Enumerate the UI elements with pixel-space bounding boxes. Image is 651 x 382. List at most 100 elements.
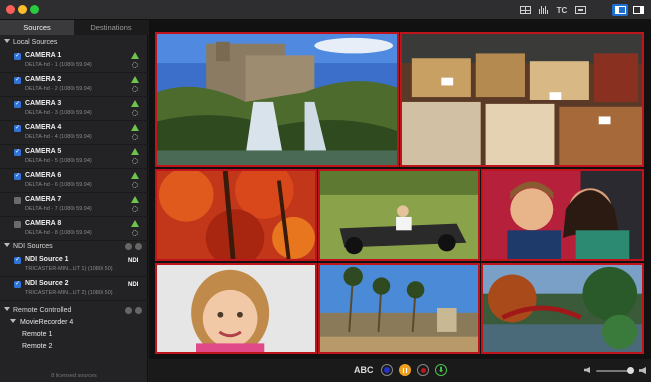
marker-label-button[interactable]: ABC bbox=[354, 365, 374, 375]
section-local-sources[interactable]: Local Sources bbox=[0, 37, 148, 48]
gear-icon[interactable] bbox=[132, 110, 138, 116]
multiview-area bbox=[149, 20, 651, 382]
source-name: NDI Source 2 bbox=[25, 280, 69, 287]
source-checkbox[interactable]: ✓ bbox=[14, 257, 21, 264]
camera-8-feed bbox=[483, 265, 642, 352]
tab-destinations[interactable]: Destinations bbox=[74, 20, 148, 35]
camera-3-feed bbox=[157, 171, 315, 259]
signal-status-icon bbox=[131, 124, 139, 131]
remove-source-icon[interactable] bbox=[135, 243, 142, 250]
section-title: Local Sources bbox=[13, 39, 58, 46]
video-tile-camera-3[interactable] bbox=[155, 169, 317, 261]
signal-status-icon bbox=[131, 52, 139, 59]
show-inspector-icon[interactable] bbox=[630, 4, 646, 16]
record-button[interactable] bbox=[381, 364, 393, 376]
source-checkbox[interactable]: ✓ bbox=[14, 101, 21, 108]
signal-status-icon bbox=[131, 220, 139, 227]
signal-status-icon bbox=[131, 76, 139, 83]
camera-row-6[interactable]: ✓ CAMERA 6 DELTA-hd - 6 (1080i 59.94) bbox=[0, 169, 148, 193]
source-format: DELTA-hd - 4 (1080i 59.94) bbox=[25, 134, 92, 140]
pause-button[interactable] bbox=[399, 364, 411, 376]
camera-5-feed bbox=[483, 171, 642, 259]
zoom-window-button[interactable] bbox=[30, 5, 39, 14]
source-checkbox[interactable] bbox=[14, 197, 21, 204]
camera-row-1[interactable]: ✓ CAMERA 1 DELTA-hd - 1 (1080i 59.94) bbox=[0, 49, 148, 73]
source-checkbox[interactable] bbox=[14, 221, 21, 228]
source-format: DELTA-hd - 2 (1080i 59.94) bbox=[25, 86, 92, 92]
add-remote-icon[interactable] bbox=[125, 307, 132, 314]
source-checkbox[interactable]: ✓ bbox=[14, 53, 21, 60]
gear-icon[interactable] bbox=[132, 62, 138, 68]
volume-slider-knob[interactable] bbox=[627, 367, 634, 374]
camera-row-2[interactable]: ✓ CAMERA 2 DELTA-hd - 2 (1080i 59.94) bbox=[0, 73, 148, 97]
show-sidebar-icon[interactable] bbox=[612, 4, 628, 16]
gear-icon[interactable] bbox=[132, 158, 138, 164]
camera-2-feed bbox=[402, 34, 642, 165]
disclosure-triangle-icon bbox=[4, 243, 10, 247]
video-tile-camera-6[interactable] bbox=[155, 263, 317, 354]
video-tile-camera-8[interactable] bbox=[481, 263, 644, 354]
record-icon bbox=[384, 367, 390, 373]
remote-item-2[interactable]: Remote 2 bbox=[22, 341, 52, 353]
gear-icon[interactable] bbox=[132, 182, 138, 188]
source-format: DELTA-hd - 3 (1080i 59.94) bbox=[25, 110, 92, 116]
source-format: TRICASTER-MIN...UT 2) (1080i 50) bbox=[25, 290, 113, 296]
add-source-icon[interactable] bbox=[125, 243, 132, 250]
source-checkbox[interactable]: ✓ bbox=[14, 125, 21, 132]
minimize-window-button[interactable] bbox=[18, 5, 27, 14]
pause-icon bbox=[403, 367, 407, 373]
close-window-button[interactable] bbox=[6, 5, 15, 14]
preview-icon[interactable] bbox=[573, 4, 587, 16]
source-name: CAMERA 5 bbox=[25, 148, 62, 155]
source-checkbox[interactable]: ✓ bbox=[14, 281, 21, 288]
stop-button[interactable] bbox=[417, 364, 429, 376]
download-icon: ⬇ bbox=[438, 367, 444, 374]
gear-icon[interactable] bbox=[132, 134, 138, 140]
timecode-button[interactable]: TC bbox=[555, 4, 569, 16]
camera-row-5[interactable]: ✓ CAMERA 5 DELTA-hd - 5 (1080i 59.94) bbox=[0, 145, 148, 169]
source-format: DELTA-hd - 1 (1080i 59.94) bbox=[25, 62, 92, 68]
source-checkbox[interactable]: ✓ bbox=[14, 77, 21, 84]
ndi-source-row-2[interactable]: ✓ NDI Source 2 TRICASTER-MIN...UT 2) (1080… bbox=[0, 277, 148, 301]
camera-row-8[interactable]: CAMERA 8 DELTA-hd - 8 (1080i 59.94) bbox=[0, 217, 148, 241]
disclosure-triangle-icon bbox=[4, 39, 10, 43]
audio-meters-icon[interactable] bbox=[536, 4, 550, 16]
gear-icon[interactable] bbox=[132, 230, 138, 236]
source-checkbox[interactable]: ✓ bbox=[14, 173, 21, 180]
disclosure-triangle-icon bbox=[10, 319, 16, 323]
source-format: TRICASTER-MIN...UT 1) (1080i 50) bbox=[25, 266, 113, 272]
video-tile-camera-5[interactable] bbox=[481, 169, 644, 261]
camera-row-4[interactable]: ✓ CAMERA 4 DELTA-hd - 4 (1080i 59.94) bbox=[0, 121, 148, 145]
video-tile-camera-7[interactable] bbox=[318, 263, 480, 354]
ndi-badge: NDI bbox=[128, 282, 139, 288]
section-remote-controlled[interactable]: Remote Controlled bbox=[0, 305, 148, 316]
section-ndi-sources[interactable]: NDI Sources bbox=[0, 241, 148, 252]
camera-row-7[interactable]: CAMERA 7 DELTA-hd - 7 (1080i 59.94) bbox=[0, 193, 148, 217]
camera-row-3[interactable]: ✓ CAMERA 3 DELTA-hd - 3 (1080i 59.94) bbox=[0, 97, 148, 121]
signal-status-icon bbox=[131, 196, 139, 203]
source-name: CAMERA 8 bbox=[25, 220, 62, 227]
source-format: DELTA-hd - 6 (1080i 59.94) bbox=[25, 182, 92, 188]
source-checkbox[interactable]: ✓ bbox=[14, 149, 21, 156]
source-name: CAMERA 2 bbox=[25, 76, 62, 83]
grid-view-icon[interactable] bbox=[518, 4, 532, 16]
signal-status-icon bbox=[131, 172, 139, 179]
source-name: CAMERA 6 bbox=[25, 172, 62, 179]
ndi-source-row-1[interactable]: ✓ NDI Source 1 TRICASTER-MIN...UT 1) (1080… bbox=[0, 253, 148, 277]
sources-sidebar: Sources Destinations Local Sources NDI S… bbox=[0, 20, 148, 382]
recorder-item[interactable]: MovieRecorder 4 bbox=[10, 317, 73, 329]
remote-item-1[interactable]: Remote 1 bbox=[22, 329, 52, 341]
tab-sources[interactable]: Sources bbox=[0, 20, 74, 35]
ndi-badge: NDI bbox=[128, 258, 139, 264]
video-tile-camera-1[interactable] bbox=[155, 32, 399, 167]
video-tile-camera-2[interactable] bbox=[400, 32, 644, 167]
gear-icon[interactable] bbox=[132, 86, 138, 92]
source-format: DELTA-hd - 5 (1080i 59.94) bbox=[25, 158, 92, 164]
camera-7-feed bbox=[320, 265, 478, 352]
source-name: CAMERA 7 bbox=[25, 196, 62, 203]
video-tile-camera-4[interactable] bbox=[318, 169, 480, 261]
remove-remote-icon[interactable] bbox=[135, 307, 142, 314]
gear-icon[interactable] bbox=[132, 206, 138, 212]
section-title: NDI Sources bbox=[13, 243, 53, 250]
download-button[interactable]: ⬇ bbox=[435, 364, 447, 376]
